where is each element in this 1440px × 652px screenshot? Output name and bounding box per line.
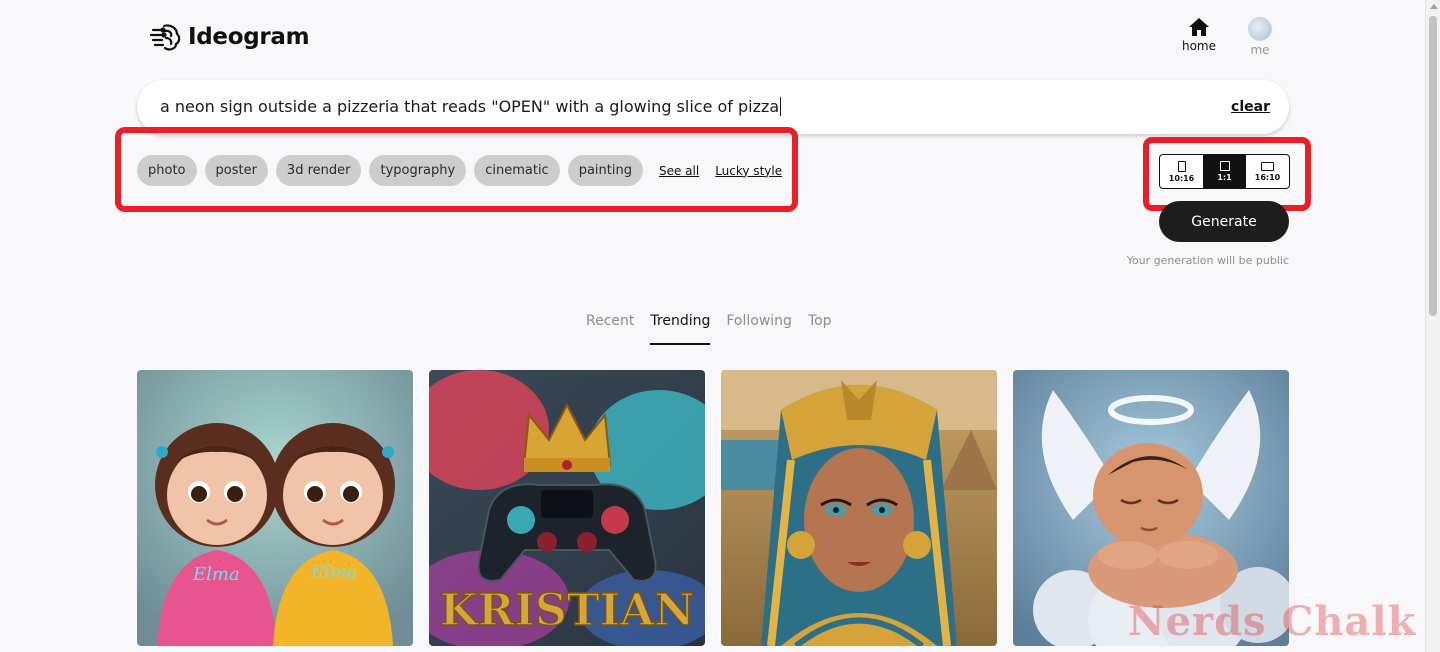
chip-cinematic[interactable]: cinematic — [474, 155, 560, 186]
chip-typography[interactable]: typography — [369, 155, 467, 186]
tab-following[interactable]: Following — [726, 313, 792, 345]
svg-text:Elma: Elma — [192, 564, 240, 585]
svg-text:KRISTIAN: KRISTIAN — [440, 585, 695, 636]
style-chips: photo poster 3d render typography cinema… — [137, 155, 790, 186]
watermark-text: Nerds Chalk — [1128, 598, 1417, 645]
controller-image: KRISTIAN — [429, 370, 705, 646]
chip-painting[interactable]: painting — [567, 155, 643, 186]
scrollbar-thumb[interactable] — [1429, 16, 1437, 316]
square-icon — [1219, 161, 1230, 171]
image-gallery: Elma Elma KRISTIAN — [137, 370, 1289, 646]
see-all-link[interactable]: See all — [659, 164, 699, 178]
tab-top[interactable]: Top — [808, 313, 832, 345]
nav-me[interactable]: me — [1243, 17, 1277, 57]
tab-trending[interactable]: Trending — [650, 313, 711, 345]
aspect-label: 10:16 — [1168, 173, 1195, 183]
scroll-up-arrow-icon[interactable] — [1430, 4, 1438, 9]
gallery-card-queen[interactable] — [721, 370, 997, 646]
nav-me-label: me — [1250, 43, 1270, 57]
brand-name: Ideogram — [188, 24, 310, 50]
aspect-option-1-1[interactable]: 1:1 — [1203, 155, 1246, 188]
clear-button[interactable]: clear — [1231, 99, 1270, 115]
prompt-input[interactable]: a neon sign outside a pizzeria that read… — [137, 80, 1289, 134]
page-scrollbar[interactable] — [1425, 0, 1440, 652]
prompt-text[interactable]: a neon sign outside a pizzeria that read… — [160, 97, 782, 116]
aspect-ratio-selector: 10:16 1:1 16:10 — [1159, 154, 1290, 189]
feed-tabs: Recent Trending Following Top — [586, 313, 832, 345]
nav-home-label: home — [1181, 39, 1217, 53]
aspect-label: 1:1 — [1217, 173, 1232, 182]
home-icon — [1189, 18, 1209, 36]
generate-button[interactable]: Generate — [1159, 201, 1289, 242]
text-caret — [780, 97, 782, 116]
public-notice: Your generation will be public — [1126, 254, 1289, 267]
landscape-icon — [1261, 161, 1274, 171]
aspect-option-10-16[interactable]: 10:16 — [1160, 155, 1203, 188]
lucky-style-link[interactable]: Lucky style — [715, 164, 782, 178]
brand-logo[interactable]: Ideogram — [150, 22, 310, 52]
girls-image: Elma Elma — [137, 370, 413, 646]
gallery-card-girls[interactable]: Elma Elma — [137, 370, 413, 646]
brain-logo-icon — [150, 24, 181, 51]
chip-poster[interactable]: poster — [204, 155, 268, 186]
aspect-label: 16:10 — [1254, 172, 1281, 182]
aspect-option-16-10[interactable]: 16:10 — [1246, 155, 1289, 188]
svg-text:Elma: Elma — [310, 562, 358, 583]
queen-image — [721, 370, 997, 646]
avatar — [1248, 17, 1272, 41]
nav-home[interactable]: home — [1178, 17, 1220, 53]
tab-recent[interactable]: Recent — [586, 313, 634, 345]
portrait-icon — [1177, 160, 1186, 172]
chip-3d-render[interactable]: 3d render — [275, 155, 362, 186]
chip-photo[interactable]: photo — [137, 155, 197, 186]
gallery-card-controller[interactable]: KRISTIAN — [429, 370, 705, 646]
